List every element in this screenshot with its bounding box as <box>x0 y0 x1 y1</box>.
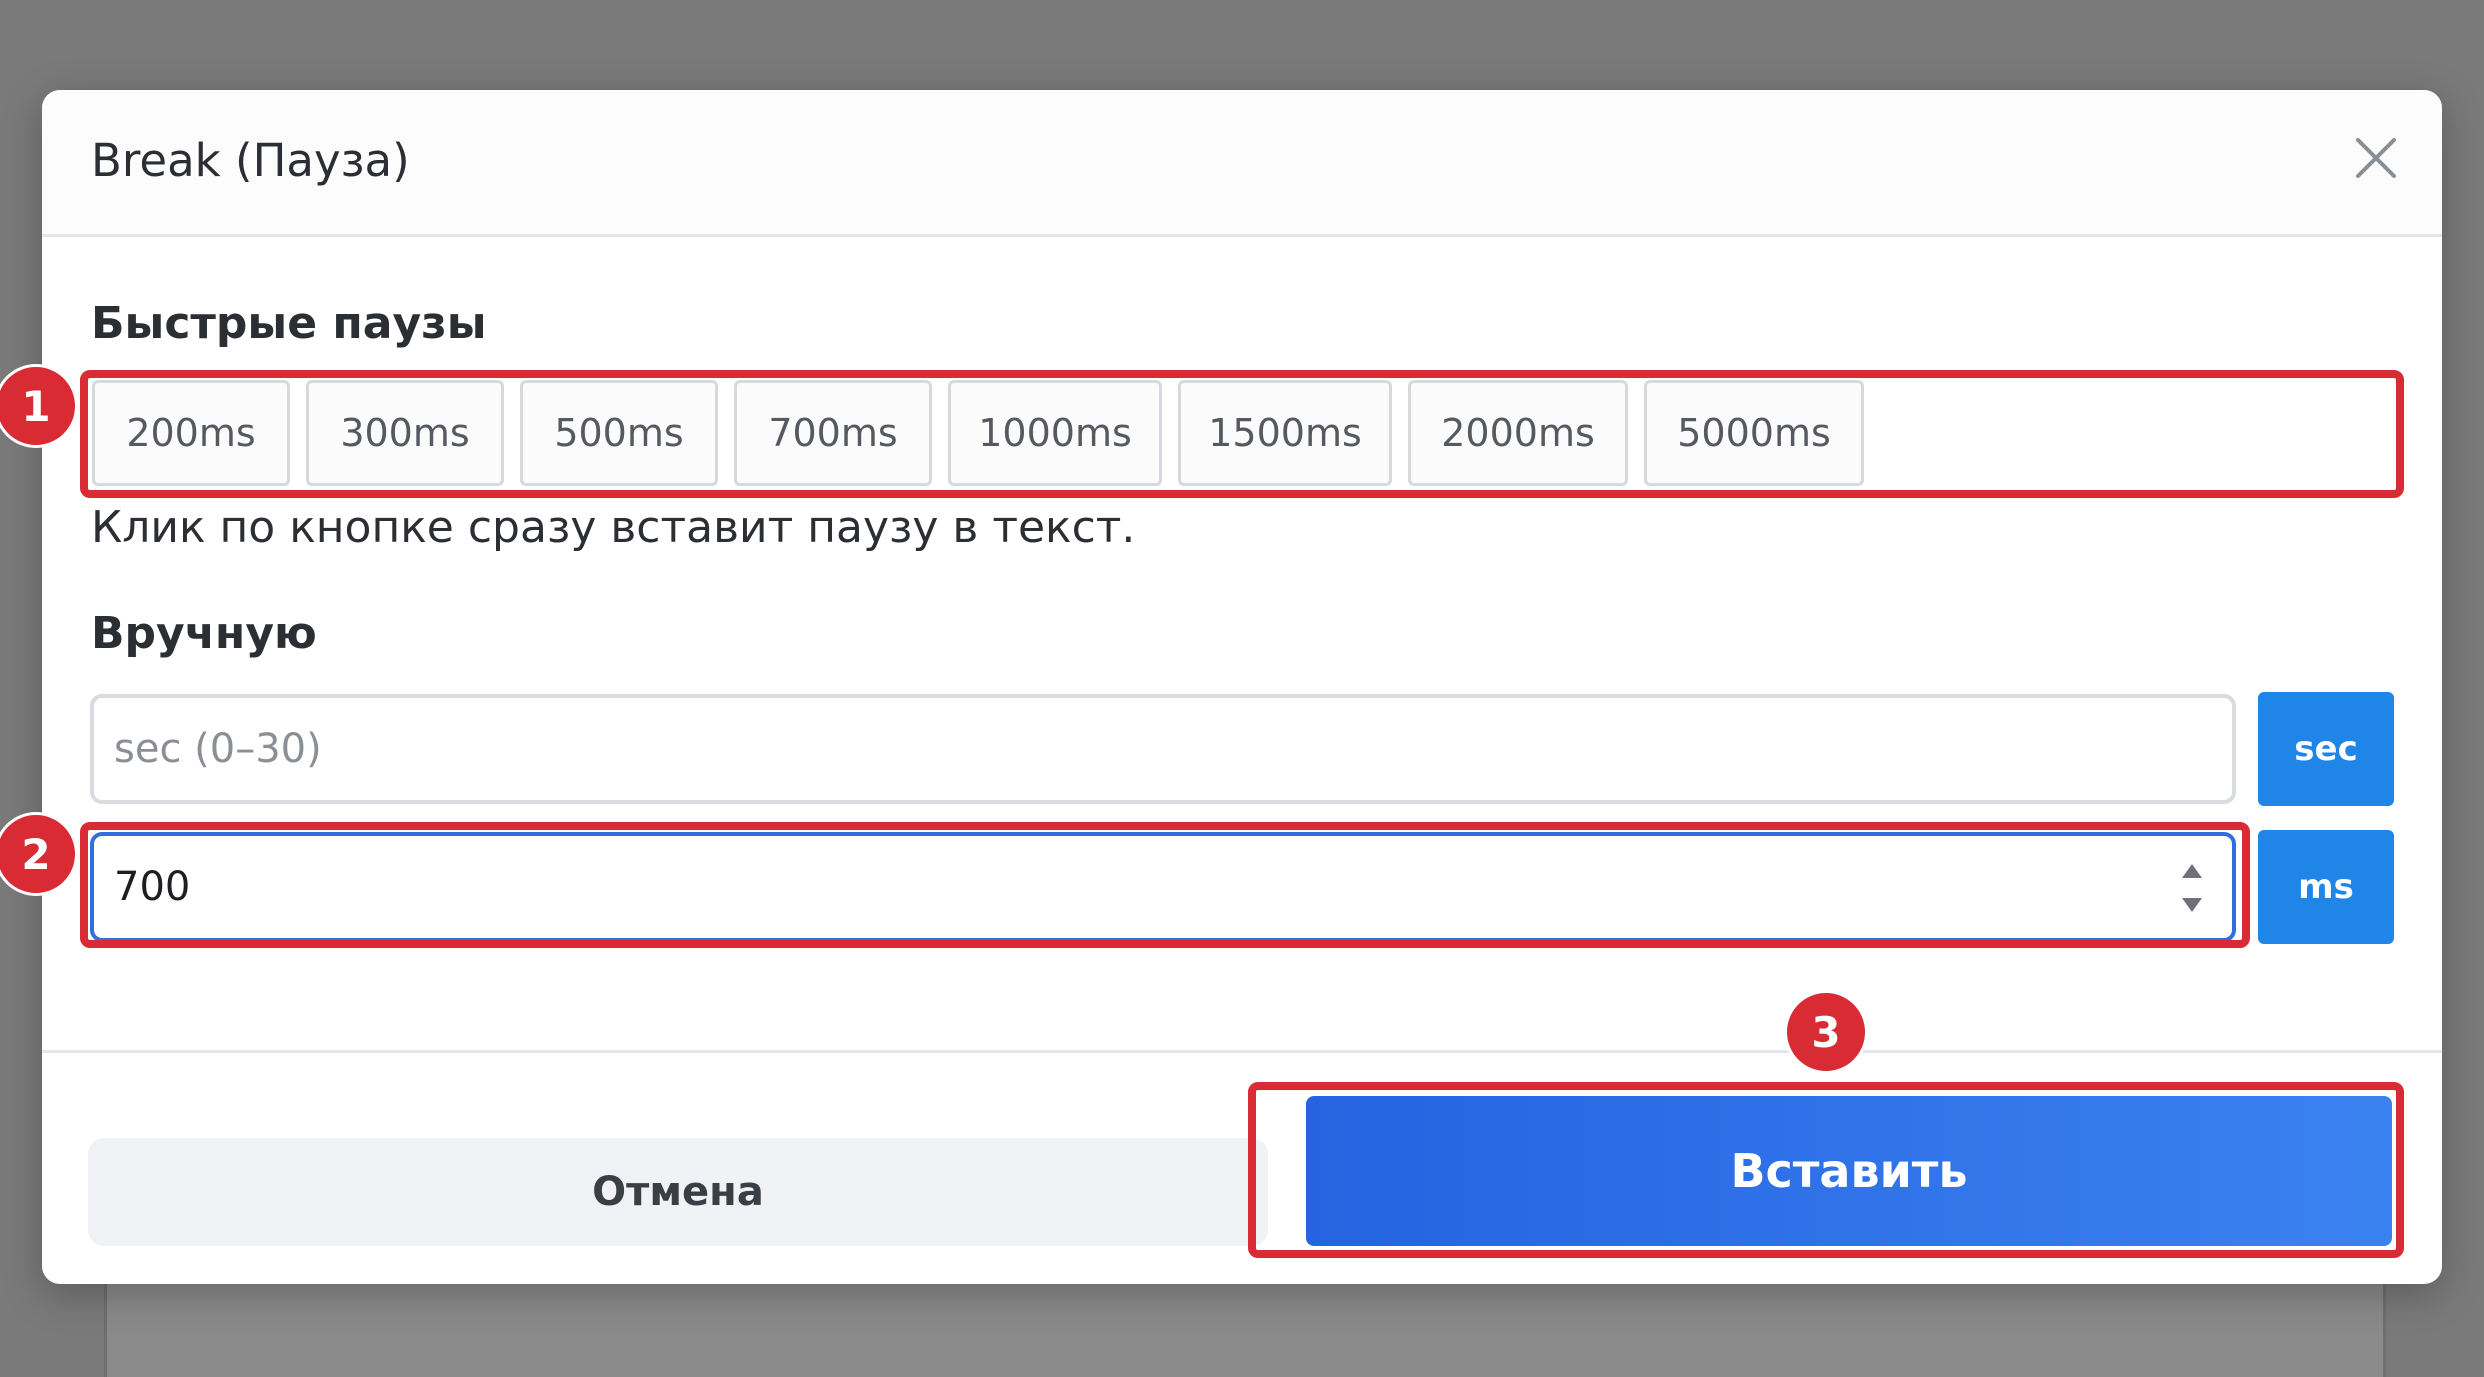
close-button[interactable] <box>2350 132 2402 184</box>
dialog-header: Break (Пауза) <box>42 90 2442 237</box>
quick-pause-2000ms-button[interactable]: 2000ms <box>1408 380 1628 486</box>
quick-pause-500ms-button[interactable]: 500ms <box>520 380 718 486</box>
number-spinner-icon[interactable] <box>2180 858 2204 918</box>
sec-input-placeholder: sec (0–30) <box>114 726 322 772</box>
quick-pauses-hint: Клик по кнопке сразу вставит паузу в тек… <box>91 502 1136 553</box>
sec-input[interactable]: sec (0–30) <box>90 694 2236 804</box>
manual-title: Вручную <box>91 608 317 659</box>
close-icon <box>2356 138 2396 178</box>
ms-input-value: 700 <box>114 864 191 910</box>
quick-pause-700ms-button[interactable]: 700ms <box>734 380 932 486</box>
quick-pauses-title: Быстрые паузы <box>91 298 487 349</box>
quick-pause-5000ms-button[interactable]: 5000ms <box>1644 380 1864 486</box>
ms-input[interactable]: 700 <box>90 832 2236 942</box>
quick-pause-1500ms-button[interactable]: 1500ms <box>1178 380 1392 486</box>
quick-pause-300ms-button[interactable]: 300ms <box>306 380 504 486</box>
quick-pause-buttons: 200ms 300ms 500ms 700ms 1000ms 1500ms 20… <box>92 380 1864 492</box>
cancel-button[interactable]: Отмена <box>88 1138 1268 1246</box>
quick-pause-200ms-button[interactable]: 200ms <box>92 380 290 486</box>
dialog-title: Break (Пауза) <box>91 134 410 187</box>
break-dialog: Break (Пауза) Быстрые паузы 200ms 300ms … <box>42 90 2442 1284</box>
sec-unit-button[interactable]: sec <box>2258 692 2394 806</box>
footer-divider <box>42 1050 2442 1053</box>
quick-pause-1000ms-button[interactable]: 1000ms <box>948 380 1162 486</box>
ms-unit-button[interactable]: ms <box>2258 830 2394 944</box>
annotation-badge-3: 3 <box>1784 990 1868 1074</box>
insert-button[interactable]: Вставить <box>1306 1096 2392 1246</box>
